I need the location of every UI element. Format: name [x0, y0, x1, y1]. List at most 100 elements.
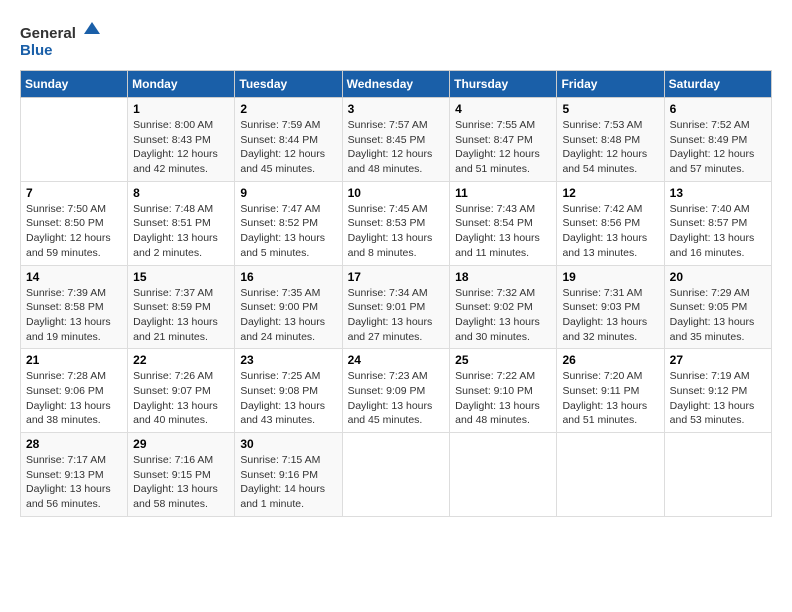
calendar-cell: 11 Sunrise: 7:43 AMSunset: 8:54 PMDayligh… — [450, 181, 557, 265]
calendar-cell: 27 Sunrise: 7:19 AMSunset: 9:12 PMDayligh… — [664, 349, 771, 433]
day-info: Sunrise: 7:16 AMSunset: 9:15 PMDaylight:… — [133, 453, 229, 512]
day-number: 26 — [562, 353, 658, 367]
day-number: 28 — [26, 437, 122, 451]
day-number: 22 — [133, 353, 229, 367]
day-info: Sunrise: 7:23 AMSunset: 9:09 PMDaylight:… — [348, 369, 445, 428]
day-info: Sunrise: 7:20 AMSunset: 9:11 PMDaylight:… — [562, 369, 658, 428]
day-info: Sunrise: 7:28 AMSunset: 9:06 PMDaylight:… — [26, 369, 122, 428]
calendar-header: SundayMondayTuesdayWednesdayThursdayFrid… — [21, 71, 772, 98]
svg-text:General: General — [20, 25, 76, 42]
calendar-cell — [21, 98, 128, 182]
calendar-week-2: 7 Sunrise: 7:50 AMSunset: 8:50 PMDaylight… — [21, 181, 772, 265]
day-info: Sunrise: 7:57 AMSunset: 8:45 PMDaylight:… — [348, 118, 445, 177]
calendar-cell: 2 Sunrise: 7:59 AMSunset: 8:44 PMDaylight… — [235, 98, 342, 182]
calendar-cell: 13 Sunrise: 7:40 AMSunset: 8:57 PMDayligh… — [664, 181, 771, 265]
day-number: 18 — [455, 270, 551, 284]
calendar-week-3: 14 Sunrise: 7:39 AMSunset: 8:58 PMDayligh… — [21, 265, 772, 349]
day-number: 1 — [133, 102, 229, 116]
day-info: Sunrise: 7:59 AMSunset: 8:44 PMDaylight:… — [240, 118, 336, 177]
day-info: Sunrise: 7:39 AMSunset: 8:58 PMDaylight:… — [26, 286, 122, 345]
calendar-cell: 9 Sunrise: 7:47 AMSunset: 8:52 PMDaylight… — [235, 181, 342, 265]
calendar-cell: 19 Sunrise: 7:31 AMSunset: 9:03 PMDayligh… — [557, 265, 664, 349]
logo: General Blue — [20, 20, 100, 60]
day-info: Sunrise: 7:19 AMSunset: 9:12 PMDaylight:… — [670, 369, 766, 428]
day-number: 4 — [455, 102, 551, 116]
calendar-cell: 7 Sunrise: 7:50 AMSunset: 8:50 PMDaylight… — [21, 181, 128, 265]
day-info: Sunrise: 7:53 AMSunset: 8:48 PMDaylight:… — [562, 118, 658, 177]
calendar-cell: 24 Sunrise: 7:23 AMSunset: 9:09 PMDayligh… — [342, 349, 450, 433]
calendar-cell: 1 Sunrise: 8:00 AMSunset: 8:43 PMDaylight… — [128, 98, 235, 182]
day-info: Sunrise: 7:31 AMSunset: 9:03 PMDaylight:… — [562, 286, 658, 345]
calendar-cell: 14 Sunrise: 7:39 AMSunset: 8:58 PMDayligh… — [21, 265, 128, 349]
day-number: 23 — [240, 353, 336, 367]
calendar-cell: 29Sunrise: 7:16 AMSunset: 9:15 PMDayligh… — [128, 433, 235, 517]
calendar-cell: 20 Sunrise: 7:29 AMSunset: 9:05 PMDayligh… — [664, 265, 771, 349]
day-info: Sunrise: 7:26 AMSunset: 9:07 PMDaylight:… — [133, 369, 229, 428]
day-number: 17 — [348, 270, 445, 284]
calendar-cell: 22 Sunrise: 7:26 AMSunset: 9:07 PMDayligh… — [128, 349, 235, 433]
day-number: 24 — [348, 353, 445, 367]
day-info: Sunrise: 7:42 AMSunset: 8:56 PMDaylight:… — [562, 202, 658, 261]
day-info: Sunrise: 7:43 AMSunset: 8:54 PMDaylight:… — [455, 202, 551, 261]
day-info: Sunrise: 7:47 AMSunset: 8:52 PMDaylight:… — [240, 202, 336, 261]
calendar-cell: 18 Sunrise: 7:32 AMSunset: 9:02 PMDayligh… — [450, 265, 557, 349]
day-number: 11 — [455, 186, 551, 200]
calendar-cell — [557, 433, 664, 517]
svg-text:Blue: Blue — [20, 42, 53, 59]
day-number: 25 — [455, 353, 551, 367]
day-number: 9 — [240, 186, 336, 200]
calendar-cell: 30 Sunrise: 7:15 AMSunset: 9:16 PMDayligh… — [235, 433, 342, 517]
calendar-cell: 16Sunrise: 7:35 AMSunset: 9:00 PMDayligh… — [235, 265, 342, 349]
weekday-header-monday: Monday — [128, 71, 235, 98]
day-info: Sunrise: 7:22 AMSunset: 9:10 PMDaylight:… — [455, 369, 551, 428]
day-info: Sunrise: 7:40 AMSunset: 8:57 PMDaylight:… — [670, 202, 766, 261]
calendar-week-1: 1 Sunrise: 8:00 AMSunset: 8:43 PMDaylight… — [21, 98, 772, 182]
calendar-cell: 6 Sunrise: 7:52 AMSunset: 8:49 PMDaylight… — [664, 98, 771, 182]
day-number: 7 — [26, 186, 122, 200]
day-number: 19 — [562, 270, 658, 284]
day-info: Sunrise: 7:29 AMSunset: 9:05 PMDaylight:… — [670, 286, 766, 345]
calendar-cell: 23 Sunrise: 7:25 AMSunset: 9:08 PMDayligh… — [235, 349, 342, 433]
weekday-header-thursday: Thursday — [450, 71, 557, 98]
day-number: 13 — [670, 186, 766, 200]
day-number: 10 — [348, 186, 445, 200]
calendar-cell: 10 Sunrise: 7:45 AMSunset: 8:53 PMDayligh… — [342, 181, 450, 265]
calendar-cell: 5 Sunrise: 7:53 AMSunset: 8:48 PMDaylight… — [557, 98, 664, 182]
day-number: 30 — [240, 437, 336, 451]
day-info: Sunrise: 7:15 AMSunset: 9:16 PMDaylight:… — [240, 453, 336, 512]
calendar-cell: 21Sunrise: 7:28 AMSunset: 9:06 PMDayligh… — [21, 349, 128, 433]
calendar-cell — [664, 433, 771, 517]
calendar-cell: 3 Sunrise: 7:57 AMSunset: 8:45 PMDaylight… — [342, 98, 450, 182]
day-info: Sunrise: 7:45 AMSunset: 8:53 PMDaylight:… — [348, 202, 445, 261]
day-number: 14 — [26, 270, 122, 284]
calendar-cell — [450, 433, 557, 517]
day-info: Sunrise: 7:50 AMSunset: 8:50 PMDaylight:… — [26, 202, 122, 261]
calendar-cell: 26 Sunrise: 7:20 AMSunset: 9:11 PMDayligh… — [557, 349, 664, 433]
calendar-cell: 17Sunrise: 7:34 AMSunset: 9:01 PMDayligh… — [342, 265, 450, 349]
day-number: 3 — [348, 102, 445, 116]
day-info: Sunrise: 7:32 AMSunset: 9:02 PMDaylight:… — [455, 286, 551, 345]
weekday-header-friday: Friday — [557, 71, 664, 98]
calendar-body: 1 Sunrise: 8:00 AMSunset: 8:43 PMDaylight… — [21, 98, 772, 517]
calendar-cell: 28 Sunrise: 7:17 AMSunset: 9:13 PMDayligh… — [21, 433, 128, 517]
day-number: 6 — [670, 102, 766, 116]
day-number: 16 — [240, 270, 336, 284]
calendar-cell: 8 Sunrise: 7:48 AMSunset: 8:51 PMDaylight… — [128, 181, 235, 265]
calendar-cell: 15Sunrise: 7:37 AMSunset: 8:59 PMDayligh… — [128, 265, 235, 349]
day-number: 27 — [670, 353, 766, 367]
weekday-header-row: SundayMondayTuesdayWednesdayThursdayFrid… — [21, 71, 772, 98]
weekday-header-sunday: Sunday — [21, 71, 128, 98]
day-info: Sunrise: 7:25 AMSunset: 9:08 PMDaylight:… — [240, 369, 336, 428]
day-info: Sunrise: 8:00 AMSunset: 8:43 PMDaylight:… — [133, 118, 229, 177]
day-info: Sunrise: 7:48 AMSunset: 8:51 PMDaylight:… — [133, 202, 229, 261]
day-info: Sunrise: 7:52 AMSunset: 8:49 PMDaylight:… — [670, 118, 766, 177]
day-info: Sunrise: 7:17 AMSunset: 9:13 PMDaylight:… — [26, 453, 122, 512]
day-info: Sunrise: 7:55 AMSunset: 8:47 PMDaylight:… — [455, 118, 551, 177]
day-number: 5 — [562, 102, 658, 116]
day-number: 15 — [133, 270, 229, 284]
day-number: 8 — [133, 186, 229, 200]
day-number: 20 — [670, 270, 766, 284]
calendar-cell: 25 Sunrise: 7:22 AMSunset: 9:10 PMDayligh… — [450, 349, 557, 433]
weekday-header-tuesday: Tuesday — [235, 71, 342, 98]
day-number: 2 — [240, 102, 336, 116]
